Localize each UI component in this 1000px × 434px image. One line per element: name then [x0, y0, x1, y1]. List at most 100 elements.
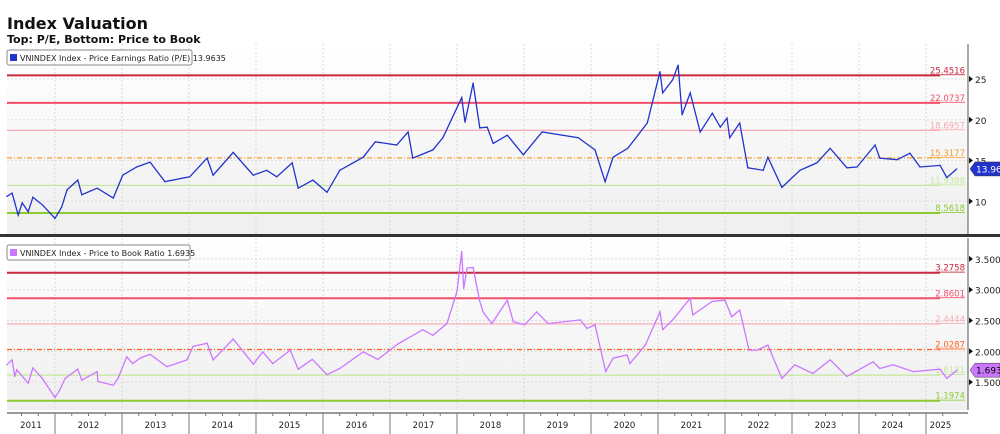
x-tick-label: 2013 — [145, 421, 167, 431]
data-point — [189, 176, 191, 178]
data-point — [479, 300, 481, 302]
data-point — [605, 371, 607, 373]
data-point — [577, 137, 579, 139]
band-label: 15.3177 — [930, 149, 965, 159]
data-point — [77, 368, 79, 370]
band-label: 11.9398 — [930, 176, 965, 186]
y-tick-label: 20 — [975, 117, 987, 127]
data-point — [6, 195, 8, 197]
data-point — [672, 319, 674, 321]
data-point — [829, 359, 831, 361]
data-point — [677, 64, 679, 66]
data-point — [711, 300, 713, 302]
data-point — [186, 359, 188, 361]
data-point — [479, 127, 481, 129]
legend-swatch — [10, 249, 17, 256]
data-point — [442, 137, 444, 139]
data-point — [689, 92, 691, 94]
tick-marker — [969, 317, 973, 324]
data-point — [644, 344, 646, 346]
data-point — [522, 154, 524, 156]
data-point — [939, 368, 941, 370]
tick-marker — [969, 348, 973, 355]
data-point — [612, 357, 614, 359]
data-point — [461, 250, 463, 253]
data-point — [919, 166, 921, 168]
data-point — [463, 287, 465, 290]
data-point — [879, 367, 881, 370]
data-point — [32, 196, 34, 198]
data-point — [629, 363, 631, 365]
data-point — [612, 156, 614, 158]
band-label: 25.4516 — [930, 66, 965, 76]
data-point — [486, 126, 488, 128]
tick-marker — [969, 116, 973, 123]
x-tick-label: 2017 — [413, 421, 435, 431]
data-point — [456, 290, 458, 293]
data-point — [846, 375, 848, 378]
data-point — [767, 156, 769, 158]
data-point — [326, 191, 328, 193]
data-point — [42, 204, 44, 206]
legend-swatch — [10, 54, 17, 61]
data-point — [896, 159, 898, 161]
data-point — [856, 166, 858, 168]
band-label: 2.0287 — [935, 341, 965, 351]
data-point — [681, 114, 683, 116]
data-point — [41, 377, 43, 379]
data-point — [27, 382, 29, 384]
page-title: Index Valuation — [7, 14, 149, 33]
data-point — [272, 363, 274, 365]
data-point — [252, 363, 254, 365]
data-point — [726, 117, 728, 119]
data-point — [374, 141, 376, 143]
data-point — [586, 327, 588, 330]
data-point — [594, 324, 596, 326]
y-tick-label: 1.5000 — [975, 379, 1000, 389]
data-point — [276, 176, 278, 178]
data-point — [6, 364, 8, 366]
data-point — [362, 156, 364, 158]
data-point — [662, 92, 664, 94]
data-point — [206, 342, 208, 344]
y-tick-label: 2.0000 — [975, 348, 1000, 358]
data-point — [579, 319, 581, 321]
tick-marker — [969, 76, 973, 82]
data-point — [212, 359, 214, 361]
x-tick-label: 2016 — [346, 421, 368, 431]
data-point — [719, 126, 721, 128]
data-point — [297, 187, 299, 189]
tick-marker — [969, 198, 973, 205]
data-point — [594, 149, 596, 151]
data-point — [829, 147, 831, 149]
data-point — [956, 168, 958, 170]
data-point — [11, 359, 13, 361]
data-point — [939, 164, 941, 166]
plot-background — [7, 44, 968, 234]
data-point — [339, 367, 341, 370]
x-tick-label: 2018 — [480, 421, 502, 431]
data-point — [872, 361, 874, 363]
data-point — [11, 192, 13, 194]
data-point — [252, 174, 254, 176]
data-point — [506, 299, 508, 301]
data-point — [472, 82, 474, 84]
data-point — [397, 343, 399, 345]
data-point — [266, 169, 268, 171]
data-point — [112, 197, 114, 199]
data-point — [66, 189, 68, 191]
data-point — [326, 374, 328, 376]
data-point — [912, 371, 914, 373]
data-point — [396, 144, 398, 146]
data-point — [132, 363, 134, 365]
x-tick-label: 2012 — [78, 421, 100, 431]
data-point — [748, 349, 750, 351]
data-point — [192, 345, 194, 347]
legend-label: VNINDEX Index - Price to Book Ratio 1.69… — [20, 249, 195, 258]
data-point — [536, 311, 538, 313]
data-point — [482, 311, 484, 313]
y-tick-label: 2.5000 — [975, 317, 1000, 327]
pe-panel: 1015202525.451622.073718.695715.317711.9… — [6, 44, 1000, 234]
band-label: 8.5618 — [935, 204, 965, 214]
last-value-label: 13.9635 — [976, 165, 1000, 175]
